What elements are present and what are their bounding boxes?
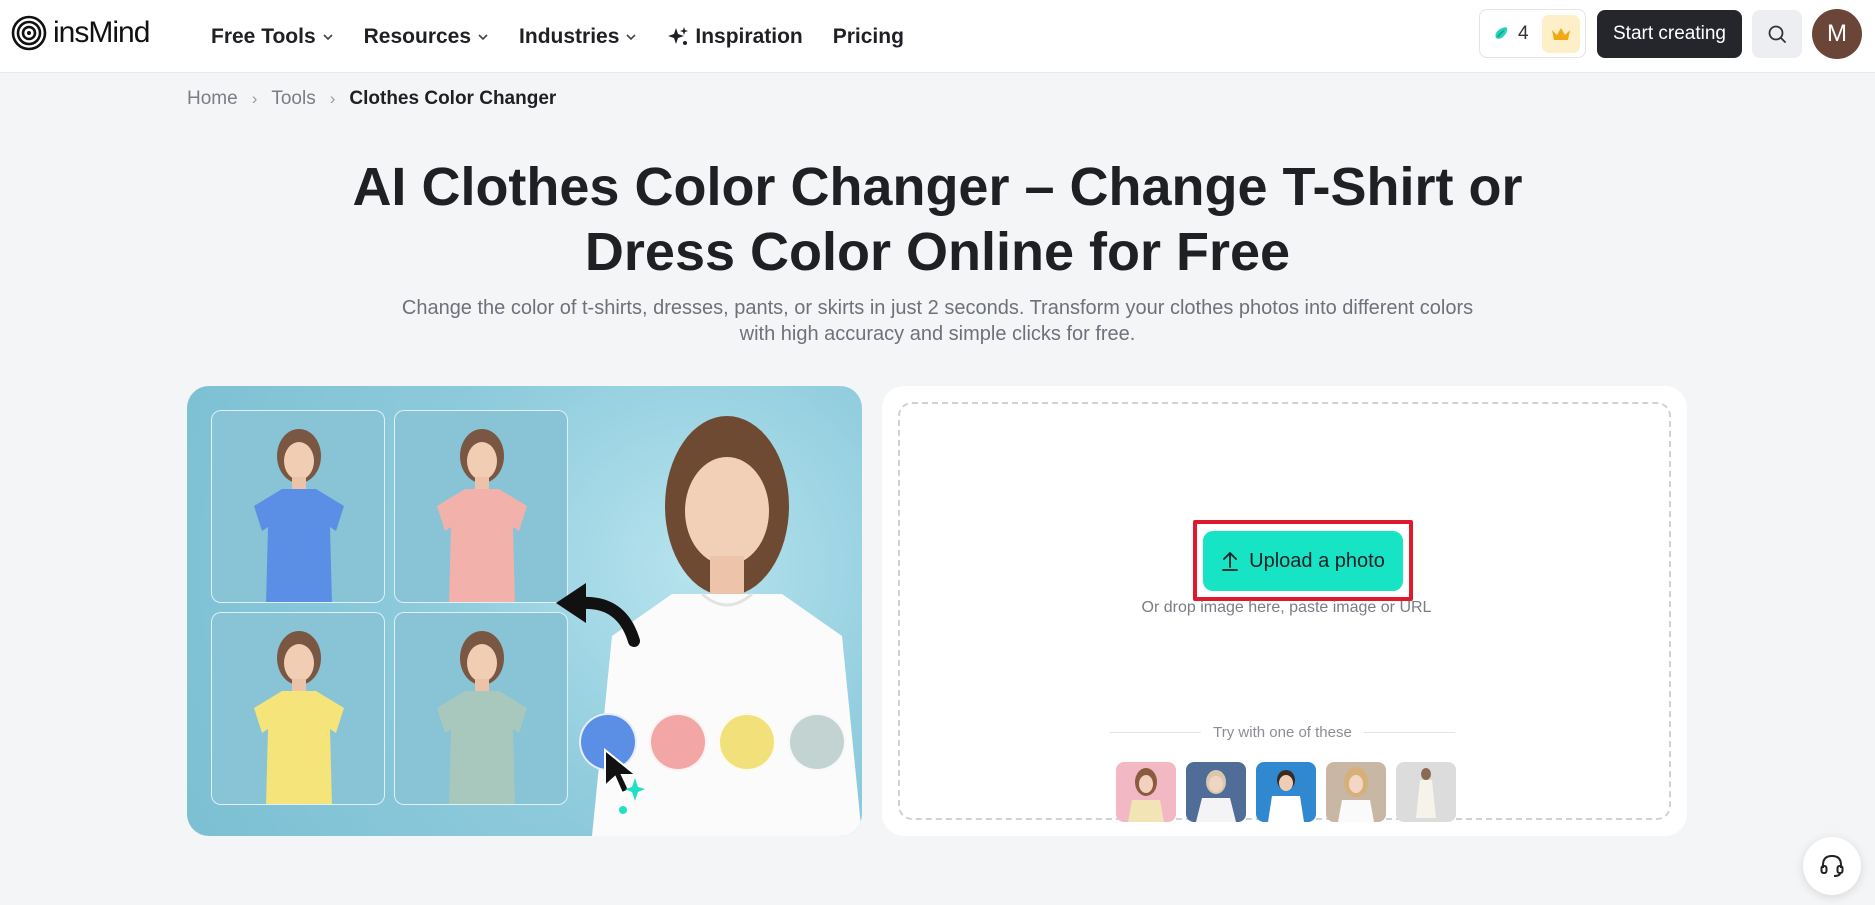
- tile-pink-shirt: [394, 410, 568, 603]
- user-avatar[interactable]: M: [1812, 9, 1862, 59]
- crown-icon: [1552, 28, 1570, 40]
- sample-image-1[interactable]: [1116, 762, 1176, 822]
- model-figure: [254, 631, 344, 804]
- upload-photo-button[interactable]: Upload a photo: [1203, 531, 1403, 591]
- drop-hint: Or drop image here, paste image or URL: [1141, 599, 1432, 616]
- nav-resources[interactable]: Resources: [364, 25, 489, 49]
- sample-image-4[interactable]: [1326, 762, 1386, 822]
- nav-free-tools[interactable]: Free Tools: [211, 25, 334, 49]
- model-figure: [437, 631, 527, 804]
- credits-count: 4: [1518, 22, 1529, 44]
- drop-zone[interactable]: Upload a photo Or drop image here, paste…: [898, 402, 1671, 822]
- chevron-down-icon: [478, 33, 488, 40]
- nav-inspiration[interactable]: Inspiration: [667, 24, 803, 49]
- nav-inspiration-label: Inspiration: [695, 24, 803, 48]
- swatch-yellow: [718, 713, 776, 771]
- chevron-down-icon: [323, 33, 333, 40]
- brand-logo[interactable]: insMind: [11, 15, 150, 51]
- nav-industries[interactable]: Industries: [519, 25, 637, 49]
- page-title: AI Clothes Color Changer – Change T-Shir…: [300, 155, 1575, 285]
- upload-photo-label: Upload a photo: [1249, 549, 1385, 572]
- sparkle-icon: [619, 778, 645, 814]
- breadcrumb-home[interactable]: Home: [187, 88, 238, 110]
- showcase-image: [187, 386, 862, 836]
- tile-sage-shirt: [394, 612, 568, 805]
- nav-resources-label: Resources: [363, 24, 472, 48]
- chevron-right-icon: ›: [329, 89, 336, 108]
- swatch-gray: [788, 713, 846, 771]
- page-title-line-2: Dress Color Online for Free: [584, 222, 1291, 282]
- nav-free-tools-label: Free Tools: [211, 24, 316, 48]
- swatch-pink: [649, 713, 707, 771]
- chevron-down-icon: [626, 33, 636, 40]
- sample-image-3[interactable]: [1256, 762, 1316, 822]
- divider: [1363, 732, 1455, 733]
- credits-widget[interactable]: 4: [1479, 9, 1586, 58]
- breadcrumb-current: Clothes Color Changer: [349, 88, 557, 109]
- try-samples-label: Try with one of these: [1213, 724, 1352, 741]
- page-subtitle-line-2: with high accuracy and simple clicks for…: [739, 323, 1136, 345]
- model-figure: [437, 429, 527, 602]
- credit-drop-icon: [1495, 26, 1508, 39]
- breadcrumb-tools[interactable]: Tools: [271, 88, 315, 110]
- page-title-line-1: AI Clothes Color Changer – Change T-Shir…: [352, 157, 1523, 217]
- model-figure: [254, 429, 344, 602]
- divider: [1110, 732, 1202, 733]
- upload-icon: [1222, 551, 1239, 571]
- curved-arrow-icon: [556, 583, 640, 647]
- sample-image-5[interactable]: [1396, 762, 1456, 822]
- main-menu: Free Tools Resources Industries Inspirat…: [211, 0, 934, 73]
- breadcrumb: Home › Tools › Clothes Color Changer: [187, 88, 556, 110]
- try-samples-heading: Try with one of these: [1110, 724, 1455, 741]
- start-creating-button[interactable]: Start creating: [1597, 10, 1742, 58]
- sample-image-2[interactable]: [1186, 762, 1246, 822]
- headset-icon: [1820, 854, 1844, 877]
- chevron-right-icon: ›: [251, 89, 258, 108]
- top-nav: insMind Free Tools Resources Industries …: [0, 0, 1875, 73]
- upload-panel: Upload a photo Or drop image here, paste…: [882, 386, 1687, 836]
- support-button[interactable]: [1803, 837, 1861, 895]
- sample-images: [1116, 762, 1456, 822]
- upgrade-badge[interactable]: [1542, 15, 1580, 53]
- nav-industries-label: Industries: [519, 24, 620, 48]
- search-icon: [1768, 25, 1786, 43]
- search-button[interactable]: [1752, 10, 1802, 58]
- sparkles-icon: [668, 26, 689, 45]
- tile-blue-shirt: [211, 410, 385, 603]
- nav-pricing-label: Pricing: [832, 24, 904, 48]
- nav-pricing[interactable]: Pricing: [833, 25, 904, 49]
- brand-name: insMind: [53, 16, 150, 49]
- tile-yellow-shirt: [211, 612, 385, 805]
- page-subtitle: Change the color of t-shirts, dresses, p…: [330, 295, 1545, 347]
- spiral-logo-icon: [11, 15, 47, 51]
- page-subtitle-line-1: Change the color of t-shirts, dresses, p…: [401, 297, 1474, 319]
